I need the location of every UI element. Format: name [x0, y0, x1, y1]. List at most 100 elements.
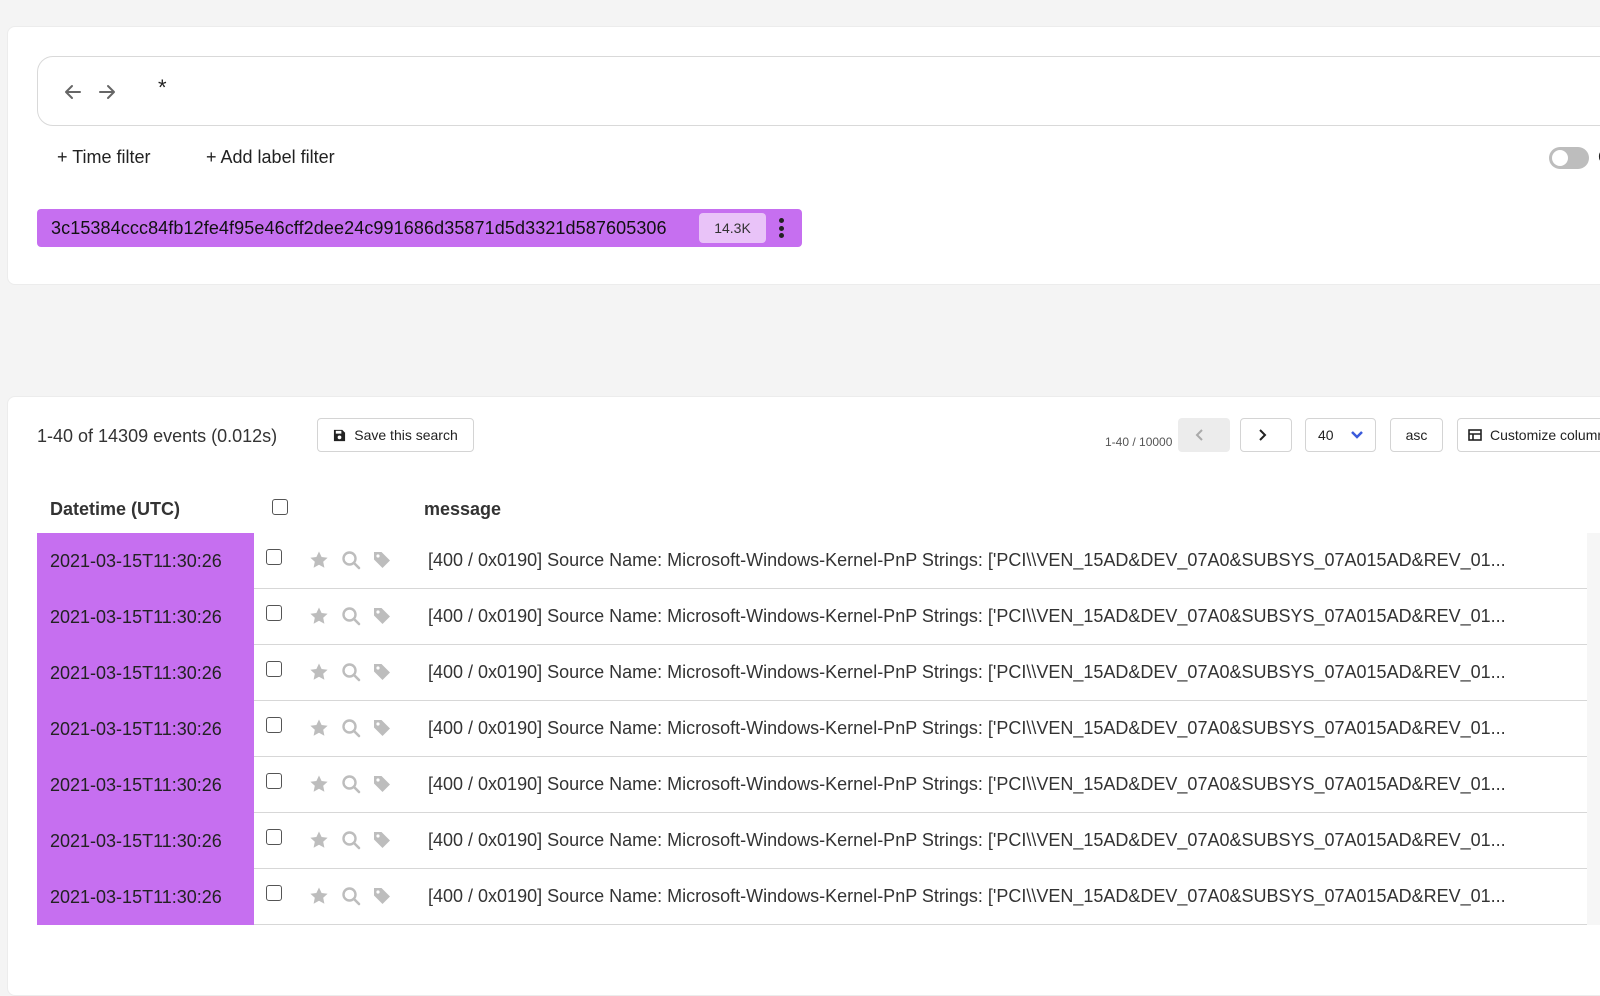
row-message[interactable]: [400 / 0x0190] Source Name: Microsoft-Wi… — [428, 550, 1536, 571]
star-icon[interactable] — [309, 718, 329, 738]
row-extra-cell: 3 — [1587, 813, 1600, 869]
next-page-button[interactable] — [1240, 418, 1292, 452]
arrow-left-icon[interactable] — [62, 81, 84, 103]
row-datetime[interactable]: 2021-03-15T11:30:26 — [37, 813, 254, 869]
tag-icon[interactable] — [372, 550, 392, 570]
table-row[interactable]: 2021-03-15T11:30:26 [400 / 0x0190] Sourc… — [37, 589, 1600, 645]
search-icon[interactable] — [341, 662, 361, 682]
row-datetime[interactable]: 2021-03-15T11:30:26 — [37, 645, 254, 701]
star-icon[interactable] — [309, 774, 329, 794]
tag-icon[interactable] — [372, 718, 392, 738]
sort-order-button[interactable]: asc — [1390, 418, 1443, 452]
toggle-switch[interactable] — [1549, 147, 1589, 169]
column-header-message[interactable]: message — [424, 499, 501, 520]
select-all-checkbox[interactable] — [272, 499, 288, 515]
save-search-button[interactable]: Save this search — [317, 418, 474, 452]
tag-icon[interactable] — [372, 606, 392, 626]
tag-icon[interactable] — [372, 662, 392, 682]
label-filter-chip[interactable]: 3c15384ccc84fb12fe4f95e46cff2dee24c99168… — [37, 209, 802, 247]
row-extra-cell: 3 — [1587, 645, 1600, 701]
tag-icon[interactable] — [372, 886, 392, 906]
chevron-left-icon — [1195, 429, 1203, 441]
row-checkbox[interactable] — [266, 717, 282, 733]
add-label-filter-button[interactable]: + Add label filter — [206, 147, 335, 168]
row-message[interactable]: [400 / 0x0190] Source Name: Microsoft-Wi… — [428, 774, 1536, 795]
star-icon[interactable] — [309, 606, 329, 626]
row-checkbox[interactable] — [266, 661, 282, 677]
star-icon[interactable] — [309, 662, 329, 682]
row-message-text: [400 / 0x0190] Source Name: Microsoft-Wi… — [428, 718, 1506, 738]
customize-columns-button[interactable]: Customize columns — [1457, 418, 1600, 452]
row-datetime[interactable]: 2021-03-15T11:30:26 — [37, 869, 254, 925]
table-row[interactable]: 2021-03-15T11:30:26 [400 / 0x0190] Sourc… — [37, 701, 1600, 757]
row-extra-cell: 3 — [1587, 701, 1600, 757]
time-filter-button[interactable]: + Time filter — [57, 147, 151, 168]
row-message[interactable]: [400 / 0x0190] Source Name: Microsoft-Wi… — [428, 830, 1536, 851]
chevron-right-icon — [1259, 429, 1267, 441]
row-extra-cell: 3 — [1587, 589, 1600, 645]
star-icon[interactable] — [309, 550, 329, 570]
row-datetime-text: 2021-03-15T11:30:26 — [50, 886, 222, 907]
search-icon[interactable] — [341, 886, 361, 906]
search-icon[interactable] — [341, 774, 361, 794]
row-datetime[interactable]: 2021-03-15T11:30:26 — [37, 701, 254, 757]
search-query-input[interactable]: * — [158, 75, 167, 101]
row-datetime[interactable]: 2021-03-15T11:30:26 — [37, 533, 254, 589]
table-row[interactable]: 2021-03-15T11:30:26 [400 / 0x0190] Sourc… — [37, 645, 1600, 701]
tag-icon[interactable] — [372, 830, 392, 850]
column-header-datetime[interactable]: Datetime (UTC) — [50, 499, 180, 520]
row-message[interactable]: [400 / 0x0190] Source Name: Microsoft-Wi… — [428, 718, 1536, 739]
row-message-text: [400 / 0x0190] Source Name: Microsoft-Wi… — [428, 774, 1506, 794]
search-icon[interactable] — [341, 606, 361, 626]
tag-icon[interactable] — [372, 774, 392, 794]
row-message-text: [400 / 0x0190] Source Name: Microsoft-Wi… — [428, 550, 1506, 570]
row-message[interactable]: [400 / 0x0190] Source Name: Microsoft-Wi… — [428, 662, 1536, 683]
row-checkbox[interactable] — [266, 885, 282, 901]
table-row[interactable]: 2021-03-15T11:30:26 [400 / 0x0190] Sourc… — [37, 533, 1600, 589]
chevron-down-icon — [1351, 431, 1363, 439]
row-message-text: [400 / 0x0190] Source Name: Microsoft-Wi… — [428, 606, 1506, 626]
row-extra-cell: 3 — [1587, 869, 1600, 925]
save-icon — [334, 429, 346, 441]
table-row[interactable]: 2021-03-15T11:30:26 [400 / 0x0190] Sourc… — [37, 813, 1600, 869]
row-datetime-text: 2021-03-15T11:30:26 — [50, 606, 222, 627]
arrow-right-icon[interactable] — [96, 81, 118, 103]
search-icon[interactable] — [341, 830, 361, 850]
row-message[interactable]: [400 / 0x0190] Source Name: Microsoft-Wi… — [428, 886, 1536, 907]
search-icon[interactable] — [341, 718, 361, 738]
prev-page-button[interactable] — [1178, 418, 1230, 452]
row-datetime-text: 2021-03-15T11:30:26 — [50, 774, 222, 795]
row-datetime-text: 2021-03-15T11:30:26 — [50, 550, 222, 571]
row-checkbox[interactable] — [266, 605, 282, 621]
label-chip-count: 14.3K — [699, 213, 766, 243]
row-message[interactable]: [400 / 0x0190] Source Name: Microsoft-Wi… — [428, 606, 1536, 627]
search-bar[interactable]: * — [37, 56, 1600, 126]
row-datetime[interactable]: 2021-03-15T11:30:26 — [37, 589, 254, 645]
row-datetime-text: 2021-03-15T11:30:26 — [50, 830, 222, 851]
table-row[interactable]: 2021-03-15T11:30:26 [400 / 0x0190] Sourc… — [37, 757, 1600, 813]
events-table: 2021-03-15T11:30:26 [400 / 0x0190] Sourc… — [37, 533, 1600, 925]
row-checkbox[interactable] — [266, 773, 282, 789]
results-summary: 1-40 of 14309 events (0.012s) — [37, 426, 278, 446]
pager-range: 1-40 / 10000 — [1105, 435, 1173, 449]
table-row[interactable]: 2021-03-15T11:30:26 [400 / 0x0190] Sourc… — [37, 869, 1600, 925]
star-icon[interactable] — [309, 830, 329, 850]
row-datetime[interactable]: 2021-03-15T11:30:26 — [37, 757, 254, 813]
kebab-menu-icon[interactable] — [773, 217, 789, 239]
row-extra-cell: 3 — [1587, 757, 1600, 813]
page-size-select[interactable]: 40 — [1305, 418, 1376, 452]
table-columns-icon — [1468, 429, 1482, 441]
search-icon[interactable] — [341, 550, 361, 570]
search-panel: * + Time filter + Add label filter C 3c1… — [7, 26, 1600, 285]
row-message-text: [400 / 0x0190] Source Name: Microsoft-Wi… — [428, 830, 1506, 850]
row-message-text: [400 / 0x0190] Source Name: Microsoft-Wi… — [428, 886, 1506, 906]
results-panel: 1-40 of 14309 events (0.012s) Save this … — [7, 396, 1600, 996]
row-extra-cell: 3 — [1587, 533, 1600, 589]
customize-columns-label: Customize columns — [1490, 427, 1600, 443]
star-icon[interactable] — [309, 886, 329, 906]
row-checkbox[interactable] — [266, 549, 282, 565]
row-checkbox[interactable] — [266, 829, 282, 845]
row-datetime-text: 2021-03-15T11:30:26 — [50, 718, 222, 739]
page-size-value: 40 — [1318, 427, 1334, 443]
row-message-text: [400 / 0x0190] Source Name: Microsoft-Wi… — [428, 662, 1506, 682]
